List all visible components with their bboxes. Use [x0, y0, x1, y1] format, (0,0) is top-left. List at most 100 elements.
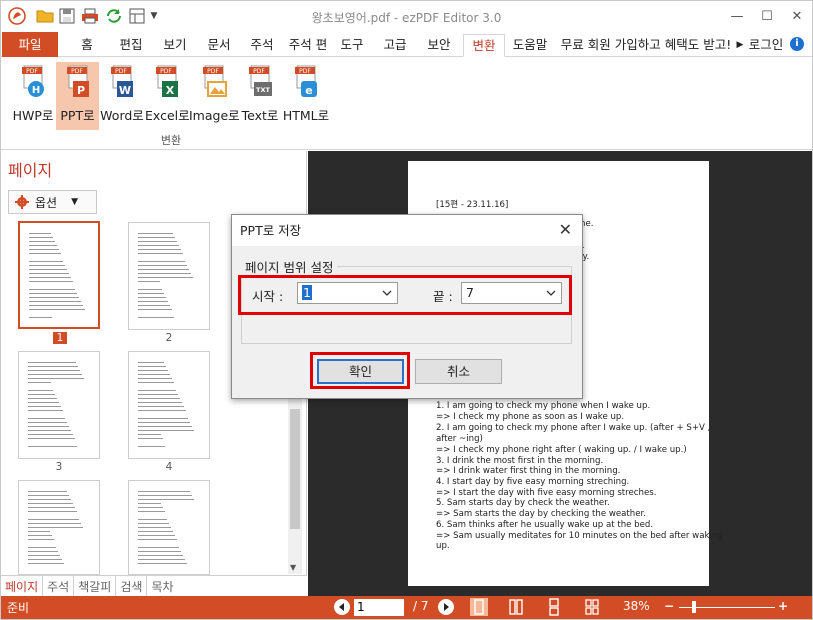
- thumbnail-text-line: [28, 362, 76, 363]
- tab-document[interactable]: 문서: [205, 34, 233, 57]
- continuous-view-button[interactable]: [545, 598, 563, 616]
- single-page-view-button[interactable]: [470, 598, 488, 616]
- thumbnail-text-line: [138, 390, 176, 391]
- page-thumbnail-4[interactable]: [128, 351, 210, 459]
- ok-button[interactable]: 확인: [317, 359, 404, 384]
- page-thumbnail-2[interactable]: [128, 222, 210, 330]
- options-label: 옵션: [35, 195, 58, 210]
- thumbnail-text-line: [138, 261, 185, 262]
- html-file-icon: PDF e: [295, 65, 317, 97]
- tab-advanced[interactable]: 고급: [381, 34, 409, 57]
- convert-image-button[interactable]: PDF Image로: [189, 62, 240, 130]
- thumbnail-text-line: [28, 398, 57, 399]
- page-number-input[interactable]: 1: [354, 599, 404, 616]
- thumbnail-text-line: [138, 269, 189, 270]
- page-thumbnail-5[interactable]: [18, 480, 100, 575]
- thumbnail-text-line: [138, 535, 175, 536]
- thumbnail-text-line: [138, 511, 165, 512]
- start-page-select[interactable]: 1: [297, 282, 398, 304]
- thumbnail-text-line: [138, 237, 175, 238]
- end-label: 끝 :: [433, 289, 453, 304]
- maximize-button[interactable]: ☐: [753, 5, 781, 27]
- pages-panel-title: 페이지: [8, 161, 53, 180]
- page-line: => Sam starts the day by checking the we…: [436, 509, 647, 519]
- tab-annotation[interactable]: 주석: [248, 34, 276, 57]
- thumbnail-text-line: [29, 301, 81, 302]
- thumbnail-text-line: [138, 426, 192, 427]
- thumbnail-text-line: [138, 277, 193, 278]
- convert-hwp-button[interactable]: PDF H HWP로: [10, 62, 56, 130]
- tab-toc[interactable]: 목차: [147, 576, 177, 596]
- thumbnail-scrollbar-thumb[interactable]: [290, 409, 300, 529]
- tab-annotation-edit[interactable]: 주석 편: [287, 34, 329, 57]
- tab-convert[interactable]: 변환: [463, 34, 505, 57]
- grid-view-icon: [585, 599, 599, 615]
- grid-view-button[interactable]: [583, 598, 601, 616]
- page-thumbnail-1[interactable]: [18, 221, 100, 329]
- thumbnail-text-line: [138, 523, 169, 524]
- window-title: 왕초보영어.pdf - ezPDF Editor 3.0: [311, 11, 502, 25]
- thumbnail-text-line: [138, 519, 167, 520]
- thumbnail-text-line: [28, 366, 78, 367]
- thumbnail-text-line: [138, 309, 172, 310]
- tab-pages[interactable]: 페이지: [1, 576, 44, 596]
- thumbnail-text-line: [138, 241, 177, 242]
- promo-arrow-icon: ▶: [736, 40, 744, 50]
- minimize-button[interactable]: —: [723, 5, 751, 27]
- tab-home[interactable]: 홈: [77, 34, 97, 57]
- convert-html-label: HTML로: [282, 108, 330, 123]
- start-page-value: 1: [302, 285, 312, 300]
- thumbnail-text-line: [28, 370, 80, 371]
- convert-text-button[interactable]: PDF TXT Text로: [240, 62, 280, 130]
- tab-edit[interactable]: 편집: [117, 34, 145, 57]
- zoom-slider-handle[interactable]: [692, 601, 696, 613]
- tab-bookmarks[interactable]: 책갈피: [74, 576, 117, 596]
- thumbnail-text-line: [138, 402, 182, 403]
- thumbnail-text-line: [29, 273, 69, 274]
- thumbnail-text-line: [138, 499, 194, 500]
- svg-text:PDF: PDF: [115, 68, 127, 75]
- thumbnail-text-line: [28, 402, 59, 403]
- prev-page-button[interactable]: [334, 599, 350, 615]
- end-page-value: 7: [466, 285, 474, 300]
- convert-word-button[interactable]: PDF W Word로: [99, 62, 145, 130]
- tab-annotations[interactable]: 주석: [43, 576, 75, 596]
- thumbnail-text-line: [29, 233, 51, 234]
- next-page-button[interactable]: [438, 599, 454, 615]
- info-icon[interactable]: i: [790, 37, 804, 51]
- tab-help[interactable]: 도움말: [510, 34, 550, 57]
- thumbnail-text-line: [138, 382, 174, 383]
- tab-file[interactable]: 파일: [2, 32, 58, 57]
- convert-word-label: Word로: [100, 108, 144, 123]
- login-link[interactable]: 로그인: [747, 34, 785, 57]
- zoom-in-icon[interactable]: +: [778, 599, 788, 613]
- cancel-button[interactable]: 취소: [415, 359, 502, 384]
- gear-icon: [15, 195, 29, 209]
- page-thumbnail-6[interactable]: [128, 480, 210, 575]
- end-page-select[interactable]: 7: [461, 282, 562, 304]
- convert-html-button[interactable]: PDF e HTML로: [281, 62, 331, 130]
- signup-promo-link[interactable]: 무료 회원 가입하고 혜택도 받고!: [555, 34, 737, 57]
- scroll-down-icon[interactable]: ▼: [290, 563, 296, 572]
- convert-excel-button[interactable]: PDF X Excel로: [145, 62, 190, 130]
- dialog-title: PPT로 저장: [232, 215, 582, 246]
- thumbnail-text-line: [138, 559, 185, 560]
- ppt-file-icon: PDF P: [66, 65, 89, 97]
- tab-security[interactable]: 보안: [425, 34, 453, 57]
- tab-view[interactable]: 보기: [161, 34, 189, 57]
- close-button[interactable]: ✕: [783, 5, 811, 27]
- thumbnail-text-line: [28, 523, 81, 524]
- thumbnail-text-line: [28, 519, 79, 520]
- thumbnail-text-line: [28, 559, 62, 560]
- two-page-icon: [509, 599, 523, 615]
- dialog-close-icon[interactable]: ✕: [559, 220, 572, 239]
- thumbnail-text-line: [138, 527, 171, 528]
- convert-ppt-button[interactable]: PDF P PPT로: [56, 62, 99, 130]
- thumbnail-text-line: [29, 305, 83, 306]
- two-page-view-button[interactable]: [507, 598, 525, 616]
- page-thumbnail-3[interactable]: [18, 351, 100, 459]
- tab-search[interactable]: 검색: [116, 576, 148, 596]
- tab-tools[interactable]: 도구: [338, 34, 366, 57]
- zoom-out-icon[interactable]: −: [664, 599, 674, 613]
- options-button[interactable]: 옵션 ▼: [8, 190, 97, 214]
